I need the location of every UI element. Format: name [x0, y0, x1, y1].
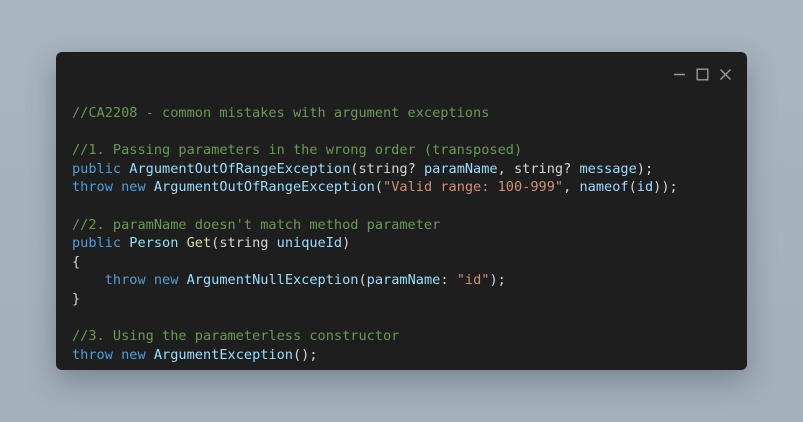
- code-token: (: [358, 272, 367, 289]
- code-line: {: [72, 253, 678, 272]
- code-token: uniqueId: [276, 235, 343, 252]
- code-token: (string?: [350, 160, 424, 177]
- code-token: ): [342, 235, 351, 252]
- code-token: ArgumentOutOfRangeException: [153, 179, 375, 196]
- code-token: nameof: [579, 179, 629, 196]
- code-token: ,: [563, 179, 580, 196]
- code-token: throw: [104, 272, 146, 289]
- code-token: paramName: [366, 272, 441, 289]
- code-token: //3. Using the parameterless constructor: [72, 328, 400, 345]
- code-token: message: [579, 160, 637, 177]
- window-controls: [672, 67, 733, 82]
- code-token: (: [628, 179, 637, 196]
- code-block: //CA2208 - common mistakes with argument…: [72, 104, 678, 364]
- code-token: public: [72, 235, 122, 252]
- code-line: public Person Get(string uniqueId): [72, 234, 678, 253]
- minimize-icon[interactable]: [672, 67, 687, 82]
- code-line: throw new ArgumentException();: [72, 346, 678, 365]
- code-token: ArgumentOutOfRangeException: [129, 160, 351, 177]
- code-line: throw new ArgumentOutOfRangeException("V…: [72, 178, 678, 197]
- code-token: );: [636, 160, 654, 177]
- code-line: //1. Passing parameters in the wrong ord…: [72, 141, 678, 160]
- code-token: Get: [186, 235, 212, 252]
- code-line: //CA2208 - common mistakes with argument…: [72, 104, 678, 123]
- code-line: public ArgumentOutOfRangeException(strin…: [72, 160, 678, 179]
- code-token: {: [72, 253, 81, 270]
- code-token: );: [489, 272, 506, 289]
- code-token: ();: [293, 346, 318, 363]
- code-token: id: [636, 179, 654, 196]
- code-token: //1. Passing parameters in the wrong ord…: [72, 142, 523, 159]
- code-token: (string: [211, 235, 277, 252]
- code-token: }: [72, 290, 81, 307]
- close-icon[interactable]: [718, 67, 733, 82]
- code-token: new: [121, 179, 146, 196]
- code-token: paramName: [423, 160, 498, 177]
- code-line: //2. paramName doesn't match method para…: [72, 216, 678, 235]
- code-token: public: [72, 160, 122, 177]
- code-token: //CA2208 - common mistakes with argument…: [72, 105, 490, 121]
- code-token: ArgumentNullException: [186, 272, 359, 289]
- code-token: new: [121, 346, 146, 363]
- code-token: ArgumentException: [153, 346, 293, 363]
- code-token: "Valid range: 100-999": [383, 179, 564, 196]
- code-token: throw: [72, 346, 113, 363]
- code-token: "id": [456, 272, 490, 289]
- code-token: throw: [72, 179, 113, 196]
- code-line: //3. Using the parameterless constructor: [72, 327, 678, 346]
- code-line: }: [72, 290, 678, 309]
- code-snippet-window: //CA2208 - common mistakes with argument…: [56, 52, 747, 370]
- maximize-icon[interactable]: [695, 67, 710, 82]
- code-line: throw new ArgumentNullException(paramNam…: [72, 271, 678, 290]
- code-token: :: [440, 272, 457, 289]
- code-token: (: [374, 179, 384, 196]
- code-token: Person: [129, 235, 179, 252]
- code-token: ));: [653, 179, 678, 196]
- code-token: //2. paramName doesn't match method para…: [72, 216, 441, 233]
- code-token: new: [153, 272, 179, 289]
- code-token: , string?: [497, 160, 580, 177]
